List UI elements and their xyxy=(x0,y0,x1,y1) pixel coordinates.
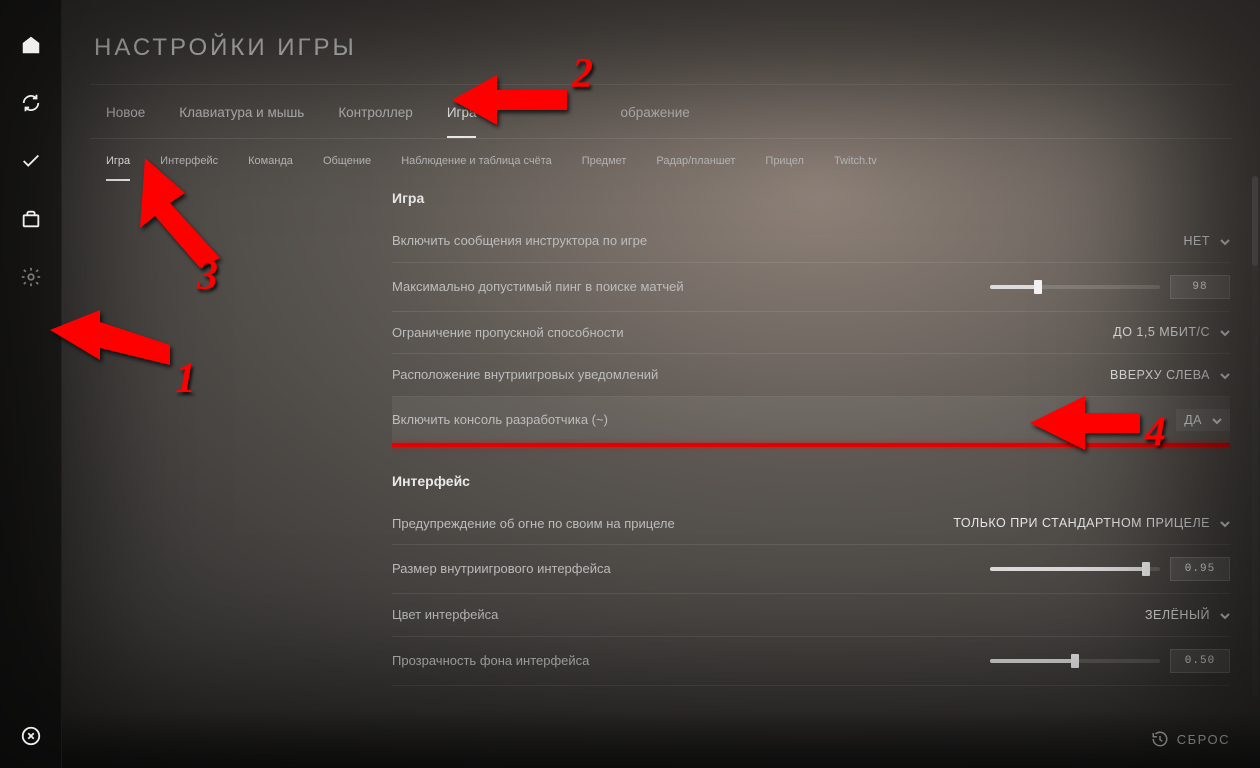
reset-label: СБРОС xyxy=(1177,732,1230,747)
row-label: Расположение внутриигровых уведомлений xyxy=(392,366,658,384)
row-console: Включить консоль разработчика (~) ДА xyxy=(392,397,1230,443)
dropdown-notify[interactable]: ВВЕРХУ СЛЕВА xyxy=(1110,368,1230,382)
row-health-style: Стиль здоровья/патронов СТАНДАРТНЫЙ xyxy=(392,686,1230,698)
row-friendlyfire: Предупреждение об огне по своим на прице… xyxy=(392,503,1230,546)
value-hud-scale[interactable]: 0.95 xyxy=(1170,557,1230,581)
tab-display[interactable]: ображение xyxy=(620,105,689,138)
inventory-icon[interactable] xyxy=(0,190,62,248)
tab-controller[interactable]: Контроллер xyxy=(338,105,413,138)
dropdown-hud-color[interactable]: ЗЕЛЁНЫЙ xyxy=(1145,608,1230,622)
top-tabs: Новое Клавиатура и мышь Контроллер Игра … xyxy=(90,85,1232,138)
chevron-down-icon xyxy=(1220,236,1230,246)
row-label: Включить консоль разработчика (~) xyxy=(392,411,608,429)
dropdown-value: ДО 1,5 МБИТ/С xyxy=(1113,325,1210,339)
row-hud-scale: Размер внутриигрового интерфейса 0.95 xyxy=(392,545,1230,594)
row-label: Включить сообщения инструктора по игре xyxy=(392,232,647,250)
settings-panel: Игра Включить сообщения инструктора по и… xyxy=(392,176,1230,698)
subtab-comm[interactable]: Общение xyxy=(323,155,371,181)
subtab-team[interactable]: Команда xyxy=(248,155,293,181)
tab-new[interactable]: Новое xyxy=(106,105,145,138)
subtab-interface[interactable]: Интерфейс xyxy=(160,155,218,181)
slider-hud-scale[interactable] xyxy=(990,567,1160,571)
dropdown-console[interactable]: ДА xyxy=(1176,409,1230,431)
row-label: Размер внутриигрового интерфейса xyxy=(392,560,611,578)
scrollbar[interactable] xyxy=(1252,176,1258,696)
dropdown-value: НЕТ xyxy=(1184,234,1211,248)
close-icon[interactable] xyxy=(0,704,62,768)
row-label: Предупреждение об огне по своим на прице… xyxy=(392,515,675,533)
row-instructor: Включить сообщения инструктора по игре Н… xyxy=(392,220,1230,263)
sub-tabs: Игра Интерфейс Команда Общение Наблюдени… xyxy=(90,139,1232,181)
row-bandwidth: Ограничение пропускной способности ДО 1,… xyxy=(392,312,1230,355)
row-hud-color: Цвет интерфейса ЗЕЛЁНЫЙ xyxy=(392,594,1230,637)
check-icon[interactable] xyxy=(0,132,62,190)
dropdown-value: ДА xyxy=(1184,413,1202,427)
slider-hud-alpha[interactable] xyxy=(990,659,1160,663)
subtab-game[interactable]: Игра xyxy=(106,155,130,181)
dropdown-value: ВВЕРХУ СЛЕВА xyxy=(1110,368,1210,382)
highlight-underline xyxy=(392,443,1230,447)
dropdown-instructor[interactable]: НЕТ xyxy=(1184,234,1231,248)
row-label: Прозрачность фона интерфейса xyxy=(392,652,589,670)
row-label: Ограничение пропускной способности xyxy=(392,324,624,342)
refresh-icon[interactable] xyxy=(0,74,62,132)
chevron-down-icon xyxy=(1212,415,1222,425)
row-label: Максимально допустимый пинг в поиске мат… xyxy=(392,278,684,296)
slider-ping[interactable] xyxy=(990,285,1160,289)
chevron-down-icon xyxy=(1220,518,1230,528)
chevron-down-icon xyxy=(1220,370,1230,380)
section-interface-title: Интерфейс xyxy=(392,473,1230,489)
chevron-down-icon xyxy=(1220,327,1230,337)
chevron-down-icon xyxy=(1220,610,1230,620)
dropdown-bandwidth[interactable]: ДО 1,5 МБИТ/С xyxy=(1113,325,1230,339)
history-icon xyxy=(1151,730,1169,748)
dropdown-value: ТОЛЬКО ПРИ СТАНДАРТНОМ ПРИЦЕЛЕ xyxy=(953,516,1210,530)
row-notify: Расположение внутриигровых уведомлений В… xyxy=(392,354,1230,397)
scrollbar-thumb[interactable] xyxy=(1252,176,1258,266)
home-icon[interactable] xyxy=(0,16,62,74)
reset-button[interactable]: СБРОС xyxy=(1151,730,1230,748)
tab-keyboard[interactable]: Клавиатура и мышь xyxy=(179,105,304,138)
settings-icon[interactable] xyxy=(0,248,62,306)
value-ping[interactable]: 98 xyxy=(1170,275,1230,299)
dropdown-friendlyfire[interactable]: ТОЛЬКО ПРИ СТАНДАРТНОМ ПРИЦЕЛЕ xyxy=(953,516,1230,530)
main-content: НАСТРОЙКИ ИГРЫ Новое Клавиатура и мышь К… xyxy=(62,0,1260,768)
row-ping: Максимально допустимый пинг в поиске мат… xyxy=(392,263,1230,312)
tab-game[interactable]: Игра xyxy=(447,105,477,138)
footer: СБРОС xyxy=(62,710,1260,768)
row-hud-alpha: Прозрачность фона интерфейса 0.50 xyxy=(392,637,1230,686)
left-rail xyxy=(0,0,62,768)
section-game-title: Игра xyxy=(392,190,1230,206)
dropdown-value: ЗЕЛЁНЫЙ xyxy=(1145,608,1210,622)
row-label: Цвет интерфейса xyxy=(392,606,498,624)
page-title: НАСТРОЙКИ ИГРЫ xyxy=(90,0,1232,84)
value-hud-alpha[interactable]: 0.50 xyxy=(1170,649,1230,673)
